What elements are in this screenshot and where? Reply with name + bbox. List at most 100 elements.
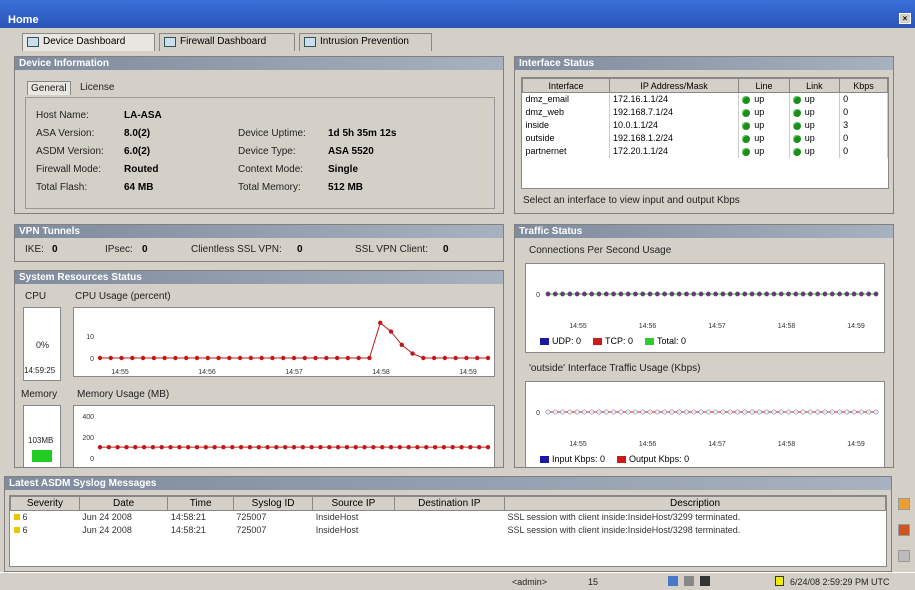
stop-icon[interactable] [898, 524, 910, 536]
interface-col-header[interactable]: Link [788, 78, 841, 93]
data-point [808, 291, 813, 297]
syslog-col-header[interactable]: Severity [10, 496, 80, 511]
syslog-row[interactable]: 6 Jun 24 2008 14:58:21 725007 InsideHost SSL … [11, 524, 886, 537]
interface-col-header[interactable]: IP Address/Mask [608, 78, 740, 93]
data-point [441, 444, 447, 450]
syslog-cell: Jun 24 2008 [82, 512, 132, 523]
data-point [647, 409, 653, 415]
interface-row[interactable]: partnernet 172.20.1.1/24 up up 0 [522, 144, 888, 158]
data-point [309, 444, 314, 450]
status-up-icon [742, 147, 751, 156]
data-point [822, 291, 828, 297]
vpn-tunnels-panel: VPN Tunnels IKE: 0 IPsec: 0 Clientless S… [14, 224, 504, 262]
data-point [778, 409, 784, 415]
interface-row[interactable]: dmz_web 192.168.7.1/24 up up 0 [522, 105, 888, 119]
syslog-col-header[interactable]: Time [167, 496, 234, 511]
configure-icon[interactable] [898, 550, 910, 562]
status-up-icon [792, 121, 801, 130]
subtab-license[interactable]: License [77, 81, 117, 94]
interface-col-header[interactable]: Line [738, 78, 790, 93]
legend-swatch [617, 456, 627, 464]
data-point [442, 355, 448, 361]
data-point [866, 291, 872, 297]
syslog-cell: 725007 [236, 512, 267, 523]
data-point [800, 291, 806, 297]
firewall-icon [164, 37, 176, 47]
status-up-icon [792, 95, 801, 104]
data-point [185, 444, 191, 450]
system-resources-title: System Resources Status [15, 271, 503, 284]
data-point [371, 444, 376, 450]
data-point [793, 409, 799, 415]
status-user: <admin> [512, 577, 548, 587]
data-point [227, 355, 232, 361]
data-point [647, 291, 653, 297]
data-point [742, 409, 748, 415]
interface-col-header[interactable]: Interface [522, 78, 610, 93]
interface-cell: inside [525, 120, 550, 130]
data-point [545, 291, 551, 297]
data-point [844, 291, 850, 297]
data-point [662, 409, 667, 415]
data-point [742, 291, 748, 297]
data-point [633, 291, 638, 297]
close-icon[interactable]: × [899, 13, 911, 24]
memory-label: Memory [21, 389, 58, 400]
total-flash-value: 64 MB [124, 182, 154, 193]
data-point [212, 444, 217, 450]
tab-device-dashboard[interactable]: Device Dashboard [22, 33, 155, 51]
subtab-general[interactable]: General [27, 81, 71, 95]
data-point [115, 444, 120, 450]
data-point [335, 444, 341, 450]
data-point [302, 355, 307, 361]
x-tick-label: 14:58 [778, 323, 796, 330]
data-point [618, 291, 624, 297]
interface-row[interactable]: dmz_email 172.16.1.1/24 up up 0 [522, 92, 888, 106]
syslog-col-header[interactable]: Description [504, 496, 886, 511]
data-point [464, 355, 469, 361]
syslog-cell: InsideHost [315, 512, 359, 523]
data-point [793, 291, 799, 297]
data-point [603, 291, 609, 297]
status-up-icon [792, 108, 801, 117]
data-point [735, 409, 740, 415]
syslog-col-header[interactable]: Date [78, 496, 169, 511]
tab-intrusion-prevention[interactable]: Intrusion Prevention [299, 33, 432, 51]
syslog-row[interactable]: 6 Jun 24 2008 14:58:21 725007 InsideHost SSL … [11, 511, 886, 524]
syslog-col-header[interactable]: Syslog ID [232, 496, 314, 511]
data-point [291, 444, 297, 450]
status-up-icon [742, 121, 751, 130]
data-point [822, 409, 828, 415]
cpu-usage-chart: 10 0 14:55 14:56 14:57 14:58 14:59 [86, 320, 491, 376]
data-point [778, 291, 784, 297]
vpn-tunnels-title: VPN Tunnels [15, 225, 503, 238]
interface-col-header[interactable]: Kbps [839, 78, 888, 93]
data-point [786, 409, 791, 415]
data-point [259, 355, 264, 361]
data-point [367, 355, 372, 361]
interface-row[interactable]: inside 10.0.1.1/24 up up 3 [522, 118, 888, 132]
interface-cell: 172.20.1.1/24 [612, 146, 669, 156]
data-point [771, 291, 777, 297]
ike-label: IKE: [25, 244, 44, 255]
data-point [800, 409, 806, 415]
data-point [764, 291, 770, 297]
warning-severity-icon [13, 527, 20, 533]
asdm-version-value: 6.0(2) [124, 146, 151, 157]
data-point [150, 444, 156, 450]
interface-cell: up [754, 146, 765, 156]
save-icon[interactable] [700, 576, 710, 586]
data-point [676, 409, 682, 415]
legend-swatch [540, 338, 549, 346]
interface-row[interactable]: outside 192.168.1.2/24 up up 0 [522, 131, 888, 145]
data-point [749, 291, 755, 297]
connections-chart: 0 14:55 14:56 14:57 14:58 14:59 UDP: 0 TCP: 0 T… [525, 263, 885, 353]
syslog-col-header[interactable]: Source IP [312, 496, 395, 511]
interface-cell: 0 [843, 146, 849, 156]
tab-firewall-dashboard[interactable]: Firewall Dashboard [159, 33, 295, 51]
play-icon[interactable] [898, 498, 910, 510]
data-point [611, 409, 616, 415]
data-point [270, 355, 275, 361]
syslog-col-header[interactable]: Destination IP [393, 496, 506, 511]
data-point [410, 351, 415, 356]
